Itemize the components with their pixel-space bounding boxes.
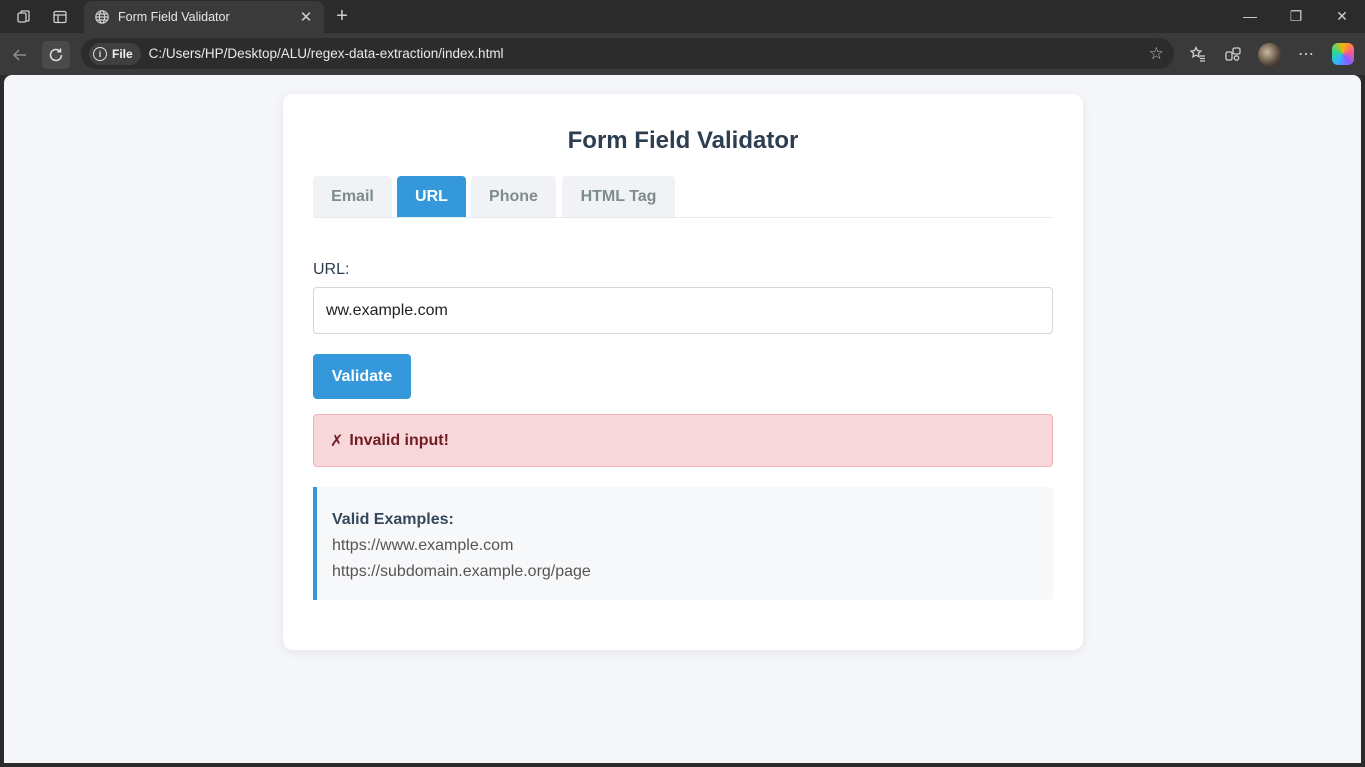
minimize-button[interactable]: — [1227,4,1273,28]
vertical-tabs-icon[interactable] [50,7,70,27]
result-text: Invalid input! [349,431,449,449]
validator-tabs: Email URL Phone HTML Tag [313,176,1053,218]
profile-avatar[interactable] [1258,43,1281,66]
back-button[interactable] [6,41,34,69]
site-info-button[interactable]: i File [89,42,141,65]
url-field-label: URL: [313,261,350,278]
close-tab-icon[interactable]: ✕ [298,8,314,26]
address-text[interactable]: C:/Users/HP/Desktop/ALU/regex-data-extra… [149,46,1149,61]
tab-url[interactable]: URL [397,176,466,217]
info-icon: i [93,46,107,61]
favorites-icon[interactable] [1187,43,1209,65]
more-options-icon[interactable]: ⋯ [1295,43,1317,65]
example-item: https://www.example.com [332,537,514,554]
page-viewport: Form Field Validator Email URL Phone HTM… [4,75,1361,763]
validation-result: ✗ Invalid input! [313,414,1053,467]
workspaces-icon[interactable] [14,7,34,27]
address-bar[interactable]: i File C:/Users/HP/Desktop/ALU/regex-dat… [81,38,1174,69]
close-window-button[interactable]: ✕ [1319,4,1365,28]
tab-title: Form Field Validator [118,10,230,24]
new-tab-button[interactable]: + [332,5,352,28]
browser-tab-active[interactable]: Form Field Validator ✕ [84,1,324,33]
url-input[interactable] [313,287,1053,334]
validator-card: Form Field Validator Email URL Phone HTM… [283,94,1083,650]
reload-button[interactable] [42,41,70,69]
site-info-label: File [112,46,133,61]
browser-titlebar: Form Field Validator ✕ + — ❐ ✕ [0,0,1365,33]
browser-toolbar: i File C:/Users/HP/Desktop/ALU/regex-dat… [0,33,1365,75]
tab-phone[interactable]: Phone [471,176,556,217]
restore-button[interactable]: ❐ [1273,4,1319,28]
favorite-star-icon[interactable]: ☆ [1149,44,1164,64]
valid-examples-box: Valid Examples: https://www.example.com … [313,487,1053,600]
extensions-icon[interactable] [1222,43,1244,65]
copilot-icon[interactable] [1332,43,1354,65]
error-x-icon: ✗ [330,432,344,450]
example-item: https://subdomain.example.org/page [332,563,591,580]
validate-button[interactable]: Validate [313,354,411,399]
tab-html-tag[interactable]: HTML Tag [562,176,675,217]
page-title: Form Field Validator [567,127,799,154]
tab-email[interactable]: Email [313,176,392,217]
globe-icon [94,9,110,25]
examples-title: Valid Examples: [332,511,454,528]
